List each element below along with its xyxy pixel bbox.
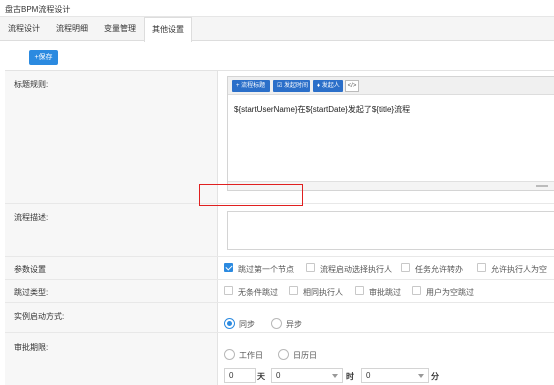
settings-form: 标题规则: + 流程标题 ☑ 发起时间 ♦ 发起人 </> ${startUse… (5, 70, 554, 385)
row-skip-type: 跳过类型: 无条件跳过 相同执行人 审批跳过 用户为空跳过 (5, 280, 554, 303)
row-params: 参数设置 跳过第一个节点 流程启动选择执行人 任务允许转办 允许执行人为空 (5, 257, 554, 280)
same-assignee-label: 相同执行人 (303, 288, 343, 297)
tab-bar: 流程设计 流程明细 变量管理 其他设置 (0, 17, 554, 42)
start-select-assignee-checkbox[interactable] (306, 263, 315, 272)
skip-first-node-checkbox[interactable] (224, 263, 233, 272)
tab-other-settings[interactable]: 其他设置 (144, 17, 192, 42)
sync-label: 同步 (239, 320, 255, 329)
empty-user-skip-checkbox[interactable] (412, 286, 421, 295)
days-input[interactable]: 0 (224, 368, 256, 383)
workday-radio[interactable] (224, 349, 235, 360)
tab-process-detail[interactable]: 流程明细 (48, 17, 96, 41)
hours-unit: 时 (346, 372, 354, 381)
instance-start-label: 实例启动方式: (14, 312, 65, 321)
title-rule-text[interactable]: ${startUserName}在${startDate}发起了${title}… (234, 104, 410, 115)
minutes-select-value: 0 (366, 371, 371, 380)
description-label: 流程描述: (14, 213, 49, 222)
editor-toolbar: + 流程标题 ☑ 发起时间 ♦ 发起人 </> (228, 77, 554, 95)
insert-initiator-button[interactable]: ♦ 发起人 (313, 80, 343, 92)
allow-transfer-checkbox[interactable] (401, 263, 410, 272)
allow-empty-assignee-checkbox[interactable] (477, 263, 486, 272)
hours-select-value: 0 (276, 371, 281, 380)
insert-start-time-button[interactable]: ☑ 发起时间 (273, 80, 310, 92)
unconditional-skip-label: 无条件跳过 (238, 288, 278, 297)
allow-empty-assignee-label: 允许执行人为空 (491, 265, 547, 274)
days-unit: 天 (257, 372, 265, 381)
resize-grip-icon[interactable] (536, 185, 548, 187)
workday-label: 工作日 (239, 351, 263, 360)
calendar-day-label: 日历日 (293, 351, 317, 360)
highlight-box (199, 184, 303, 206)
approval-skip-checkbox[interactable] (355, 286, 364, 295)
approval-deadline-label: 审批期限: (14, 343, 49, 352)
title-rule-editor[interactable]: + 流程标题 ☑ 发起时间 ♦ 发起人 </> ${startUserName}… (227, 76, 554, 191)
skip-type-label: 跳过类型: (14, 288, 49, 297)
row-description: 流程描述: (5, 204, 554, 257)
hours-select[interactable]: 0 (271, 368, 343, 383)
unconditional-skip-checkbox[interactable] (224, 286, 233, 295)
start-select-assignee-label: 流程启动选择执行人 (320, 265, 392, 274)
async-label: 异步 (286, 320, 302, 329)
window-titlebar: 盘古BPM流程设计 (0, 0, 554, 17)
empty-user-skip-label: 用户为空跳过 (426, 288, 474, 297)
chevron-down-icon (418, 374, 424, 378)
tab-variable-management[interactable]: 变量管理 (96, 17, 144, 41)
allow-transfer-label: 任务允许转办 (415, 265, 463, 274)
chevron-down-icon (332, 374, 338, 378)
window-title: 盘古BPM流程设计 (5, 5, 71, 14)
title-rule-label: 标题规则: (14, 80, 49, 89)
params-label: 参数设置 (14, 265, 46, 274)
row-instance-start: 实例启动方式: 同步 异步 (5, 303, 554, 333)
code-view-button[interactable]: </> (345, 80, 359, 92)
minutes-select[interactable]: 0 (361, 368, 429, 383)
async-radio[interactable] (271, 318, 282, 329)
skip-first-node-label: 跳过第一个节点 (238, 265, 294, 274)
save-button[interactable]: +保存 (29, 50, 58, 65)
approval-skip-label: 审批跳过 (369, 288, 401, 297)
row-approval-deadline: 审批期限: 工作日 日历日 0 天 0 时 0 分 (5, 333, 554, 385)
description-textarea[interactable] (227, 211, 554, 250)
minutes-unit: 分 (431, 372, 439, 381)
sync-radio[interactable] (224, 318, 235, 329)
tab-process-design[interactable]: 流程设计 (0, 17, 48, 41)
calendar-day-radio[interactable] (278, 349, 289, 360)
same-assignee-checkbox[interactable] (289, 286, 298, 295)
insert-process-title-button[interactable]: + 流程标题 (232, 80, 270, 92)
